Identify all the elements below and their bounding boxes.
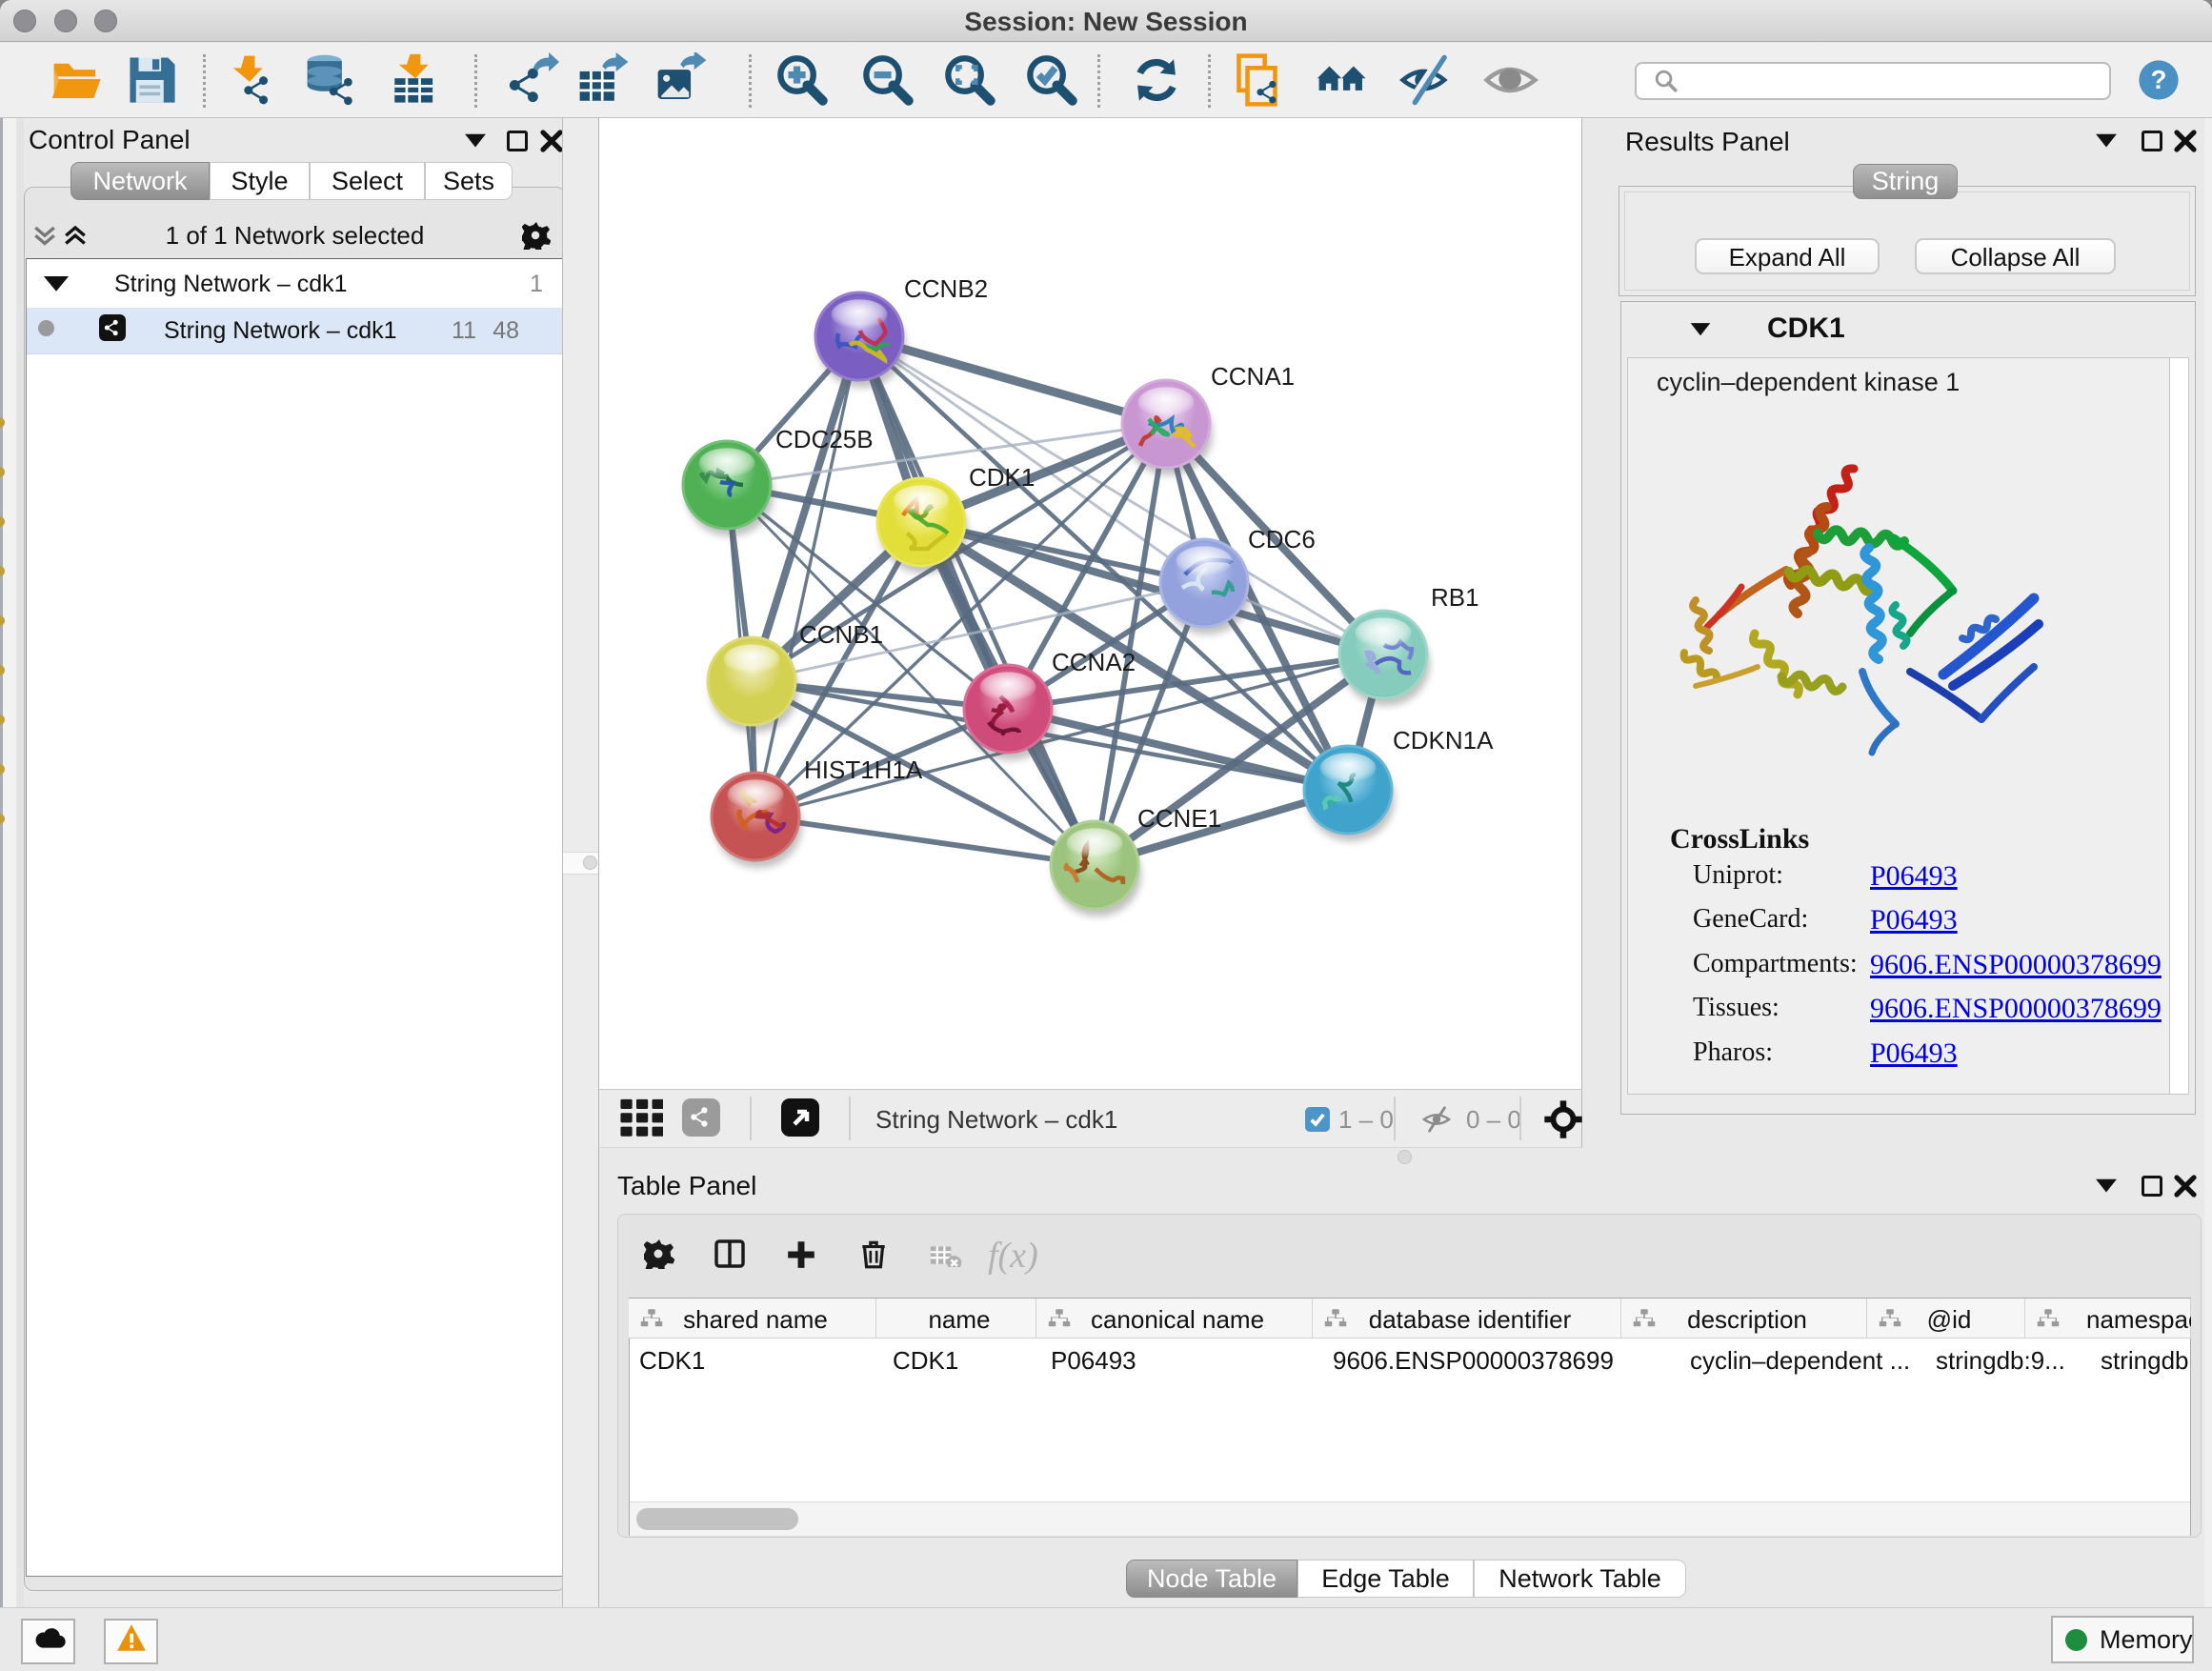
svg-text:CCNB2: CCNB2 bbox=[904, 274, 988, 303]
svg-text:HIST1H1A: HIST1H1A bbox=[804, 755, 923, 784]
svg-text:CDK1: CDK1 bbox=[969, 463, 1035, 492]
svg-text:CDC6: CDC6 bbox=[1248, 525, 1316, 554]
svg-text:CDC25B: CDC25B bbox=[775, 425, 874, 453]
svg-text:CDKN1A: CDKN1A bbox=[1393, 726, 1494, 755]
svg-text:RB1: RB1 bbox=[1431, 583, 1479, 612]
svg-text:CCNA2: CCNA2 bbox=[1052, 648, 1136, 676]
svg-text:CCNB1: CCNB1 bbox=[799, 620, 883, 649]
svg-text:CCNE1: CCNE1 bbox=[1137, 804, 1221, 833]
svg-text:?: ? bbox=[2151, 65, 2167, 94]
svg-text:CCNA1: CCNA1 bbox=[1211, 362, 1295, 391]
